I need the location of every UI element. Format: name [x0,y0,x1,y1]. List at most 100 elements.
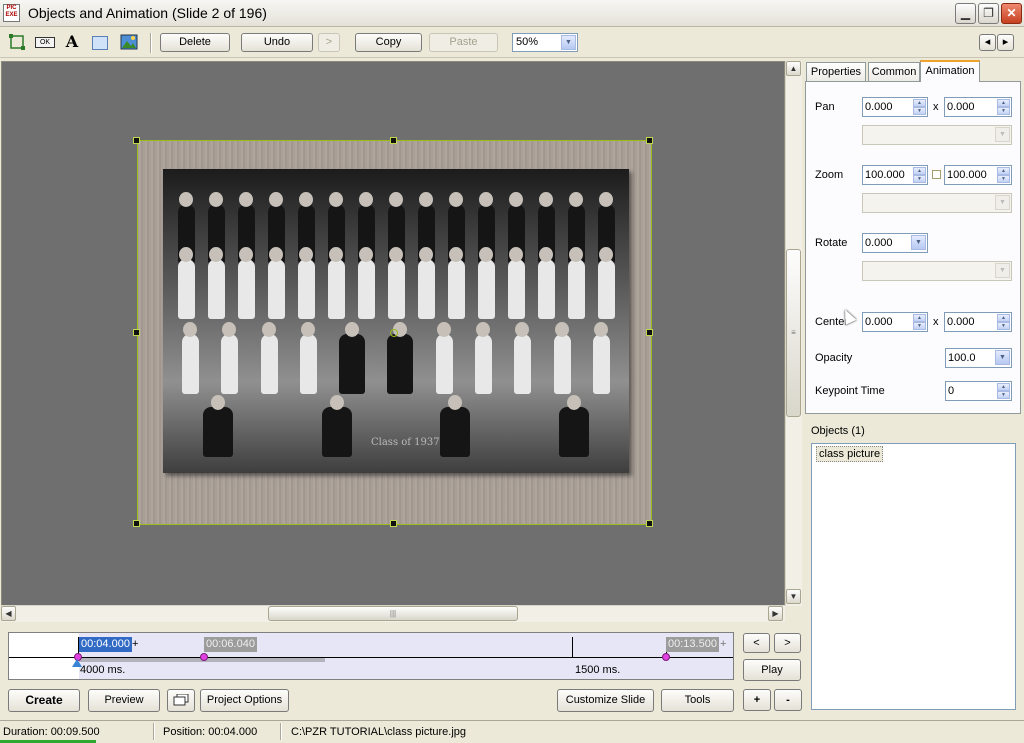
zoom-select[interactable]: 50% ▼ [512,33,578,52]
add-object-button[interactable]: + [743,689,771,711]
chevron-down-icon[interactable]: ▼ [995,350,1010,365]
resize-handle-sw[interactable] [133,520,140,527]
zoom-style-select[interactable]: ▼ [862,193,1012,213]
button-ok-icon[interactable]: OK [35,37,55,48]
paste-button[interactable]: Paste [429,33,498,52]
spin-down-icon[interactable]: ▼ [997,175,1010,183]
zoom-y-field[interactable]: 100.000 ▲ ▼ [944,165,1012,185]
horizontal-scroll-thumb[interactable]: ||| [268,606,518,621]
timeline-tick [572,637,573,657]
redo-button[interactable]: > [318,33,340,52]
zoom-link-checkbox[interactable] [932,170,941,179]
undo-button[interactable]: Undo [241,33,313,52]
spin-up-icon[interactable]: ▲ [997,383,1010,391]
center-y-field[interactable]: 0.000 ▲ ▼ [944,312,1012,332]
app-icon: PIC EXE [3,4,20,22]
keypoint-time-next[interactable]: 00:06.040 [204,637,257,652]
resize-handle-n[interactable] [390,137,397,144]
pan-y-field[interactable]: 0.000 ▲ ▼ [944,97,1012,117]
project-options-button[interactable]: Project Options [200,689,289,712]
spin-down-icon[interactable]: ▼ [913,175,926,183]
rotate-style-select[interactable]: ▼ [862,261,1012,281]
center-handle[interactable] [390,329,398,337]
keypoint-time-end[interactable]: 00:13.500 [666,637,719,652]
next-slide-button[interactable]: ▸ [997,34,1014,51]
spin-up-icon[interactable]: ▲ [997,99,1010,107]
spin-up-icon[interactable]: ▲ [913,167,926,175]
tools-button[interactable]: Tools [661,689,734,712]
frame-icon[interactable] [8,34,26,50]
resize-handle-s[interactable] [390,520,397,527]
timeline-next-button[interactable]: > [774,633,801,653]
image-icon[interactable] [120,34,138,50]
customize-slide-button[interactable]: Customize Slide [557,689,654,712]
timeline-prev-button[interactable]: < [743,633,770,653]
slides-icon[interactable] [167,689,195,712]
tab-animation[interactable]: Animation [920,60,980,82]
delete-button[interactable]: Delete [160,33,230,52]
list-item[interactable]: class picture [816,446,884,462]
vertical-scroll-thumb[interactable]: ≡ [786,249,801,417]
keypoint-time-field[interactable]: 0 ▲ ▼ [945,381,1012,401]
spin-up-icon[interactable]: ▲ [997,314,1010,322]
copy-button[interactable]: Copy [355,33,422,52]
spin-up-icon[interactable]: ▲ [997,167,1010,175]
resize-handle-e[interactable] [646,329,653,336]
center-x-field[interactable]: 0.000 ▲ ▼ [862,312,928,332]
pan-style-select[interactable]: ▼ [862,125,1012,145]
spin-down-icon[interactable]: ▼ [997,107,1010,115]
resize-handle-w[interactable] [133,329,140,336]
scroll-down-icon[interactable]: ▼ [786,589,801,604]
slide-canvas[interactable]: Class of 1937 [1,61,785,606]
prev-slide-button[interactable]: ◂ [979,34,996,51]
text-icon[interactable]: A [63,34,81,50]
spin-down-icon[interactable]: ▼ [997,391,1010,399]
horizontal-scrollbar[interactable]: ◀ ||| ▶ [1,605,785,622]
keypoint-plus[interactable]: + [132,638,138,650]
keypoint-marker[interactable] [200,653,208,661]
spin-down-icon[interactable]: ▼ [997,322,1010,330]
close-button[interactable]: ✕ [1001,3,1022,24]
spin-up-icon[interactable]: ▲ [913,314,926,322]
spin-up-icon[interactable]: ▲ [913,99,926,107]
window-title: Objects and Animation (Slide 2 of 196) [28,5,267,21]
restore-button[interactable]: ❐ [978,3,999,24]
chevron-down-icon[interactable]: ▼ [995,195,1010,210]
scroll-up-icon[interactable]: ▲ [786,61,801,76]
objects-list[interactable]: class picture [811,443,1016,710]
pan-x-separator: x [933,101,939,113]
spin-down-icon[interactable]: ▼ [913,322,926,330]
create-button[interactable]: Create [8,689,80,712]
timeline[interactable]: 00:04.000 + 00:06.040 00:13.500 + 4000 m… [8,632,734,680]
rectangle-icon[interactable] [92,36,108,50]
remove-object-button[interactable]: - [774,689,802,711]
minimize-button[interactable]: ▁ [955,3,976,24]
rotate-field[interactable]: 0.000 ▼ [862,233,928,253]
class-picture-image[interactable]: Class of 1937 [163,169,629,473]
spin-down-icon[interactable]: ▼ [913,107,926,115]
keypoint-marker[interactable] [662,653,670,661]
scroll-right-icon[interactable]: ▶ [768,606,783,621]
preview-button[interactable]: Preview [88,689,160,712]
resize-handle-se[interactable] [646,520,653,527]
zoom-x-field[interactable]: 100.000 ▲ ▼ [862,165,928,185]
vertical-scrollbar[interactable]: ▲ ≡ ▼ [785,61,802,606]
play-button[interactable]: Play [743,659,801,681]
tab-properties[interactable]: Properties [806,62,866,81]
status-separator [280,723,282,740]
resize-handle-nw[interactable] [133,137,140,144]
opacity-field[interactable]: 100.0 ▼ [945,348,1012,368]
resize-handle-ne[interactable] [646,137,653,144]
chevron-down-icon[interactable]: ▼ [911,235,926,250]
keypoint-time-current[interactable]: 00:04.000 [79,637,132,652]
zoom-y-value: 100.000 [947,169,987,181]
toolbar-separator [150,33,152,53]
scroll-left-icon[interactable]: ◀ [1,606,16,621]
tab-common[interactable]: Common [868,62,920,81]
opacity-value: 100.0 [948,352,976,364]
chevron-down-icon[interactable]: ▼ [561,35,576,50]
pan-x-field[interactable]: 0.000 ▲ ▼ [862,97,928,117]
keypoint-plus-end[interactable]: + [720,638,726,650]
chevron-down-icon[interactable]: ▼ [995,127,1010,142]
chevron-down-icon[interactable]: ▼ [995,263,1010,278]
